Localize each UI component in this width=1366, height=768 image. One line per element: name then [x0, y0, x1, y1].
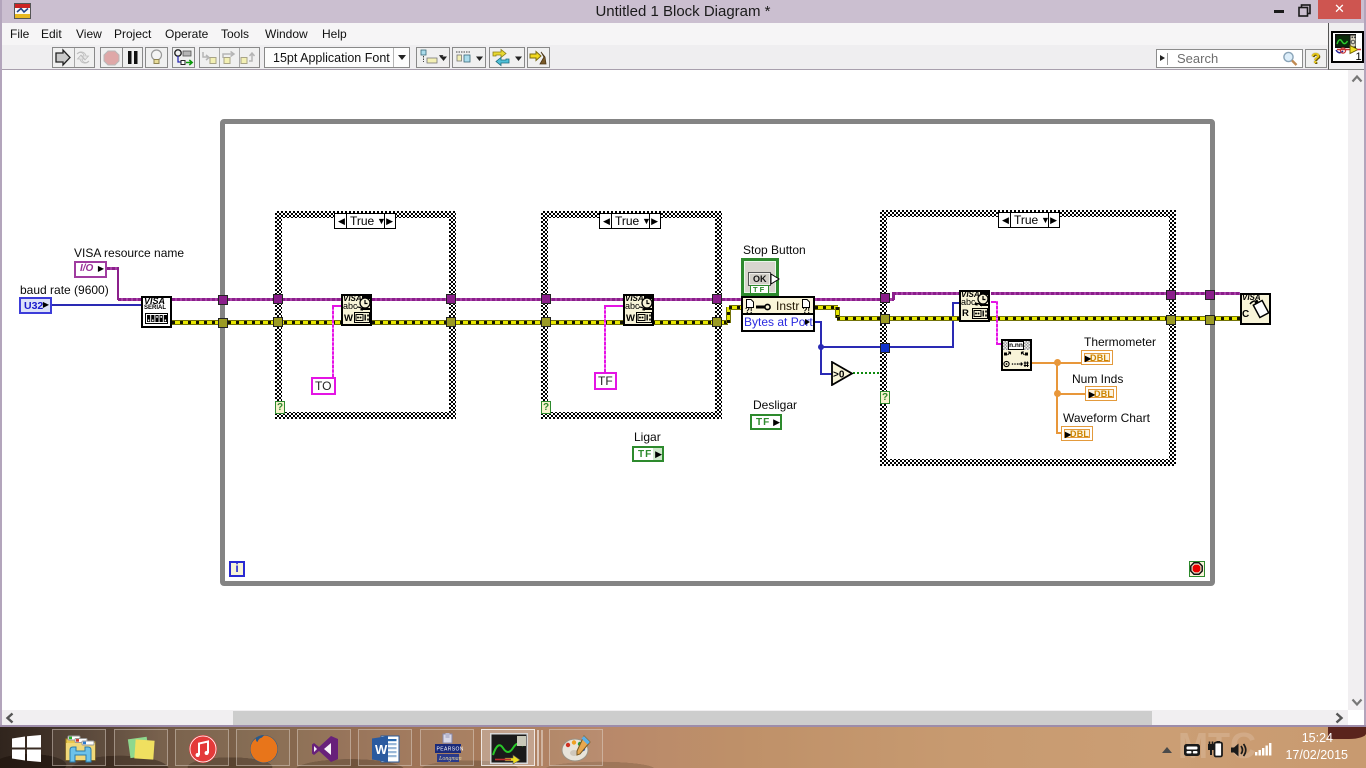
svg-text:W: W: [375, 742, 388, 757]
svg-text:1: 1: [1356, 51, 1362, 61]
svg-text:PEARSON: PEARSON: [437, 747, 464, 753]
svg-text:>0: >0: [833, 370, 845, 381]
svg-text:Longman: Longman: [438, 756, 462, 762]
